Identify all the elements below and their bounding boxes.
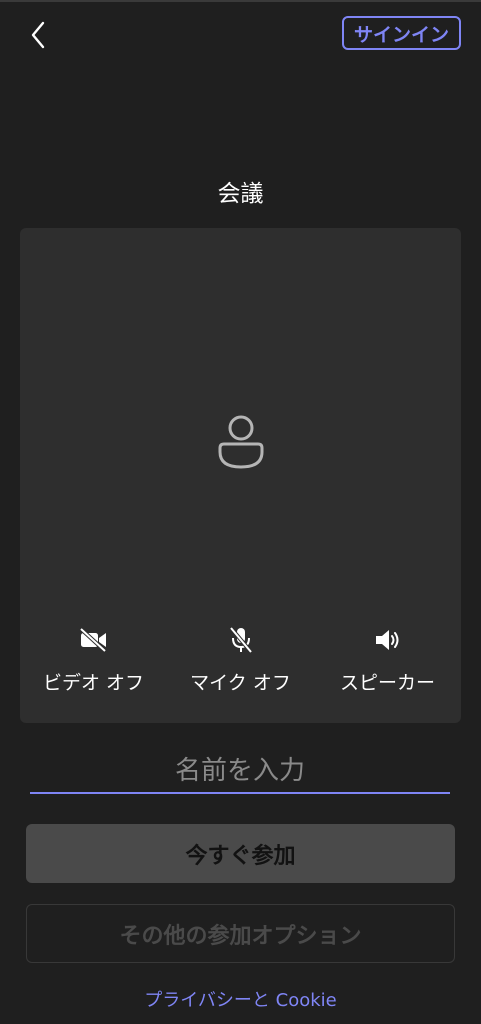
chevron-left-icon [31,21,45,49]
speaker-toggle-label: スピーカー [339,672,435,694]
signin-button[interactable]: サインイン [341,16,461,50]
other-join-options-button[interactable]: その他の参加オプション [26,904,455,963]
device-controls: ビデオ オフ マイク オフ スピーカー [20,626,461,695]
video-off-icon [78,626,110,654]
mic-toggle-label: マイク オフ [190,672,291,694]
mic-toggle[interactable]: マイク オフ [167,626,314,695]
speaker-toggle[interactable]: スピーカー [314,626,461,695]
video-toggle[interactable]: ビデオ オフ [20,626,167,695]
person-icon [218,415,264,469]
privacy-cookie-link[interactable]: プライバシーと Cookie [0,986,481,1012]
name-input[interactable] [30,750,450,792]
mic-off-icon [225,626,257,654]
back-button[interactable] [24,20,52,50]
join-now-button[interactable]: 今すぐ参加 [26,824,455,883]
name-field [30,750,450,794]
video-preview: ビデオ オフ マイク オフ スピーカー [20,228,461,723]
meeting-title: 会議 [217,181,264,207]
video-toggle-label: ビデオ オフ [42,672,145,694]
speaker-icon [372,626,404,654]
join-meeting-screen: サインイン 会議 ビデオ オフ マイク オフ スピーカー 名前を入力 今すぐ参加… [0,0,481,1024]
